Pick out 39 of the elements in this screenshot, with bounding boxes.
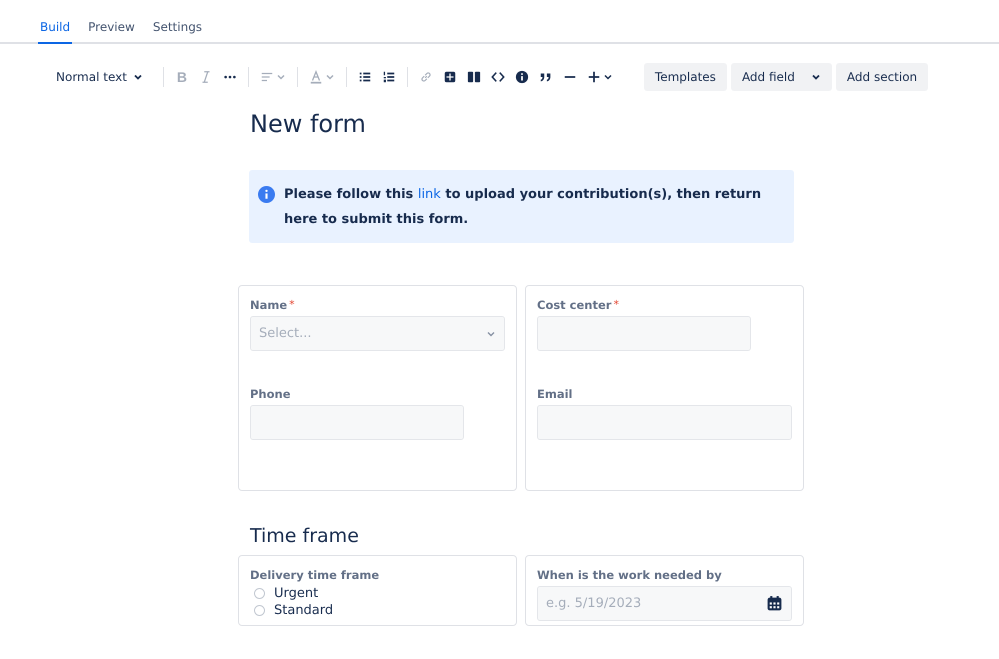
align-icon bbox=[260, 70, 274, 84]
toolbar-button[interactable]: Add section bbox=[836, 63, 928, 91]
field-label: Email bbox=[537, 387, 572, 401]
required-asterisk: * bbox=[613, 298, 619, 312]
info-icon bbox=[258, 186, 275, 203]
toolbar-button[interactable]: Templates bbox=[644, 63, 727, 91]
tab[interactable]: Settings bbox=[150, 20, 204, 44]
toolbar-button[interactable]: Add field bbox=[730, 63, 832, 91]
radio-option[interactable]: Urgent bbox=[250, 586, 505, 601]
chevron-icon bbox=[132, 72, 143, 82]
info-message: Please follow this link to upload your contribution(s), then return here to submit this form. bbox=[284, 186, 762, 229]
section-heading: Time frame bbox=[250, 525, 360, 547]
insert-icon bbox=[586, 70, 601, 84]
text-style-dropdown[interactable]: Normal text bbox=[50, 66, 149, 88]
field-label: Cost center bbox=[537, 298, 612, 312]
link-icon bbox=[418, 70, 433, 84]
input-field[interactable] bbox=[537, 405, 792, 440]
required-asterisk: * bbox=[289, 298, 295, 312]
field-label: When is the work needed by bbox=[537, 568, 722, 582]
input-field[interactable] bbox=[250, 405, 464, 440]
bullet-list-icon bbox=[358, 70, 372, 84]
upload-link[interactable]: link bbox=[418, 187, 441, 202]
tab[interactable]: Preview bbox=[86, 20, 137, 44]
text-color-icon bbox=[308, 70, 323, 84]
chevron-icon bbox=[324, 72, 335, 82]
info-icon bbox=[514, 70, 529, 84]
tab[interactable]: Build bbox=[38, 20, 72, 44]
form-title: New form bbox=[250, 110, 367, 138]
field-label: Name bbox=[250, 298, 288, 312]
input-field[interactable] bbox=[537, 316, 751, 351]
columns-icon bbox=[466, 70, 481, 84]
radio-option[interactable]: Standard bbox=[250, 603, 505, 618]
chevron-icon bbox=[276, 72, 286, 82]
field-label: Phone bbox=[250, 387, 291, 401]
code-icon bbox=[490, 70, 505, 84]
field-label: Delivery time frame bbox=[250, 568, 380, 582]
calendar-icon bbox=[766, 595, 783, 612]
numbered-list-icon bbox=[382, 70, 396, 84]
chevron-icon bbox=[602, 72, 613, 82]
